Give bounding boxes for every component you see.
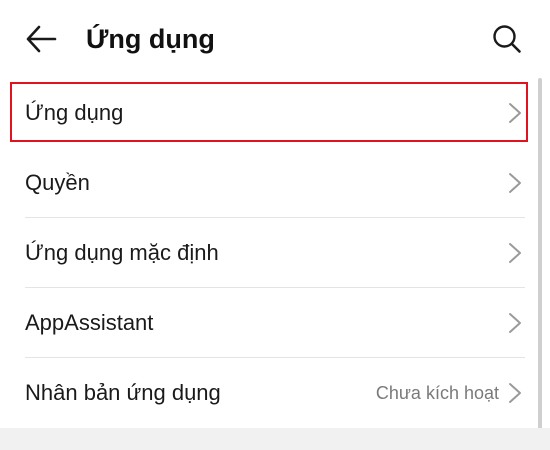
menu-item-label: AppAssistant bbox=[25, 310, 154, 335]
chevron-right-icon bbox=[508, 312, 522, 334]
menu-item-ung-dung-mac-dinh[interactable]: Ứng dụng mặc định bbox=[0, 218, 550, 288]
menu-item-ung-dung[interactable]: Ứng dụng bbox=[0, 78, 550, 148]
menu-item-label: Ứng dụng bbox=[25, 100, 124, 125]
menu-item-nhan-ban-ung-dung[interactable]: Nhân bản ứng dụng Chưa kích hoạt bbox=[0, 358, 550, 428]
chevron-right-icon bbox=[508, 382, 522, 404]
menu-item-label: Ứng dụng mặc định bbox=[25, 240, 219, 265]
section-separator bbox=[0, 428, 550, 450]
back-button[interactable] bbox=[22, 21, 60, 57]
search-icon bbox=[493, 25, 521, 53]
top-app-bar: Ứng dụng bbox=[0, 0, 550, 78]
chevron-right-icon bbox=[508, 102, 522, 124]
scrollbar[interactable] bbox=[538, 78, 542, 450]
menu-item-appassistant[interactable]: AppAssistant bbox=[0, 288, 550, 358]
chevron-right-icon bbox=[508, 172, 522, 194]
page-title: Ứng dụng bbox=[86, 24, 215, 54]
menu-item-label: Quyền bbox=[25, 170, 90, 195]
menu-item-label: Nhân bản ứng dụng bbox=[25, 380, 221, 405]
status-value: Chưa kích hoạt bbox=[375, 383, 499, 403]
arrow-left-icon bbox=[26, 25, 57, 53]
search-button[interactable] bbox=[488, 21, 526, 57]
settings-list: Ứng dụng Quyền Ứng dụng mặc định AppAssi… bbox=[0, 78, 550, 428]
menu-item-quyen[interactable]: Quyền bbox=[0, 148, 550, 218]
chevron-right-icon bbox=[508, 242, 522, 264]
